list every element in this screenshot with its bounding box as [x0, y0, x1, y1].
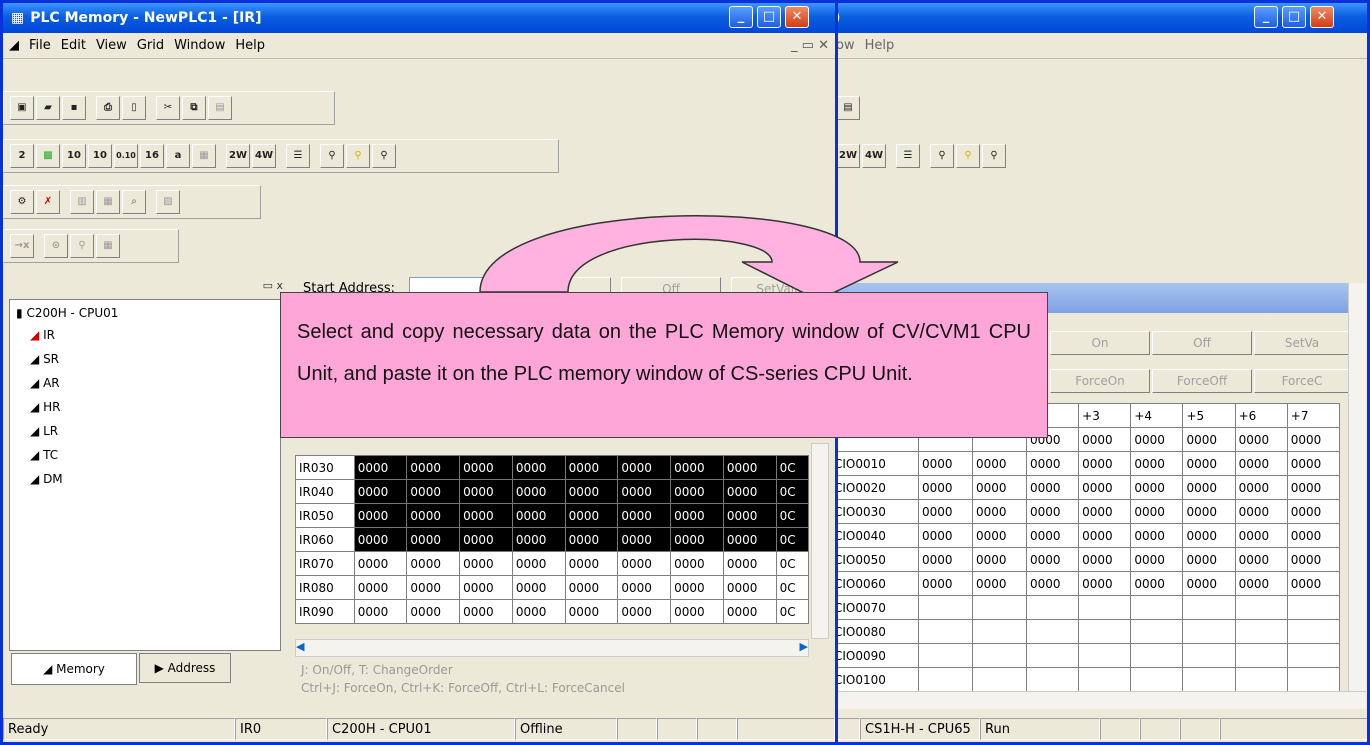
callout-text: Select and copy necessary data on the PL…: [297, 321, 1031, 385]
arrow-shape: [479, 214, 899, 301]
instruction-callout: Select and copy necessary data on the PL…: [280, 292, 1048, 438]
